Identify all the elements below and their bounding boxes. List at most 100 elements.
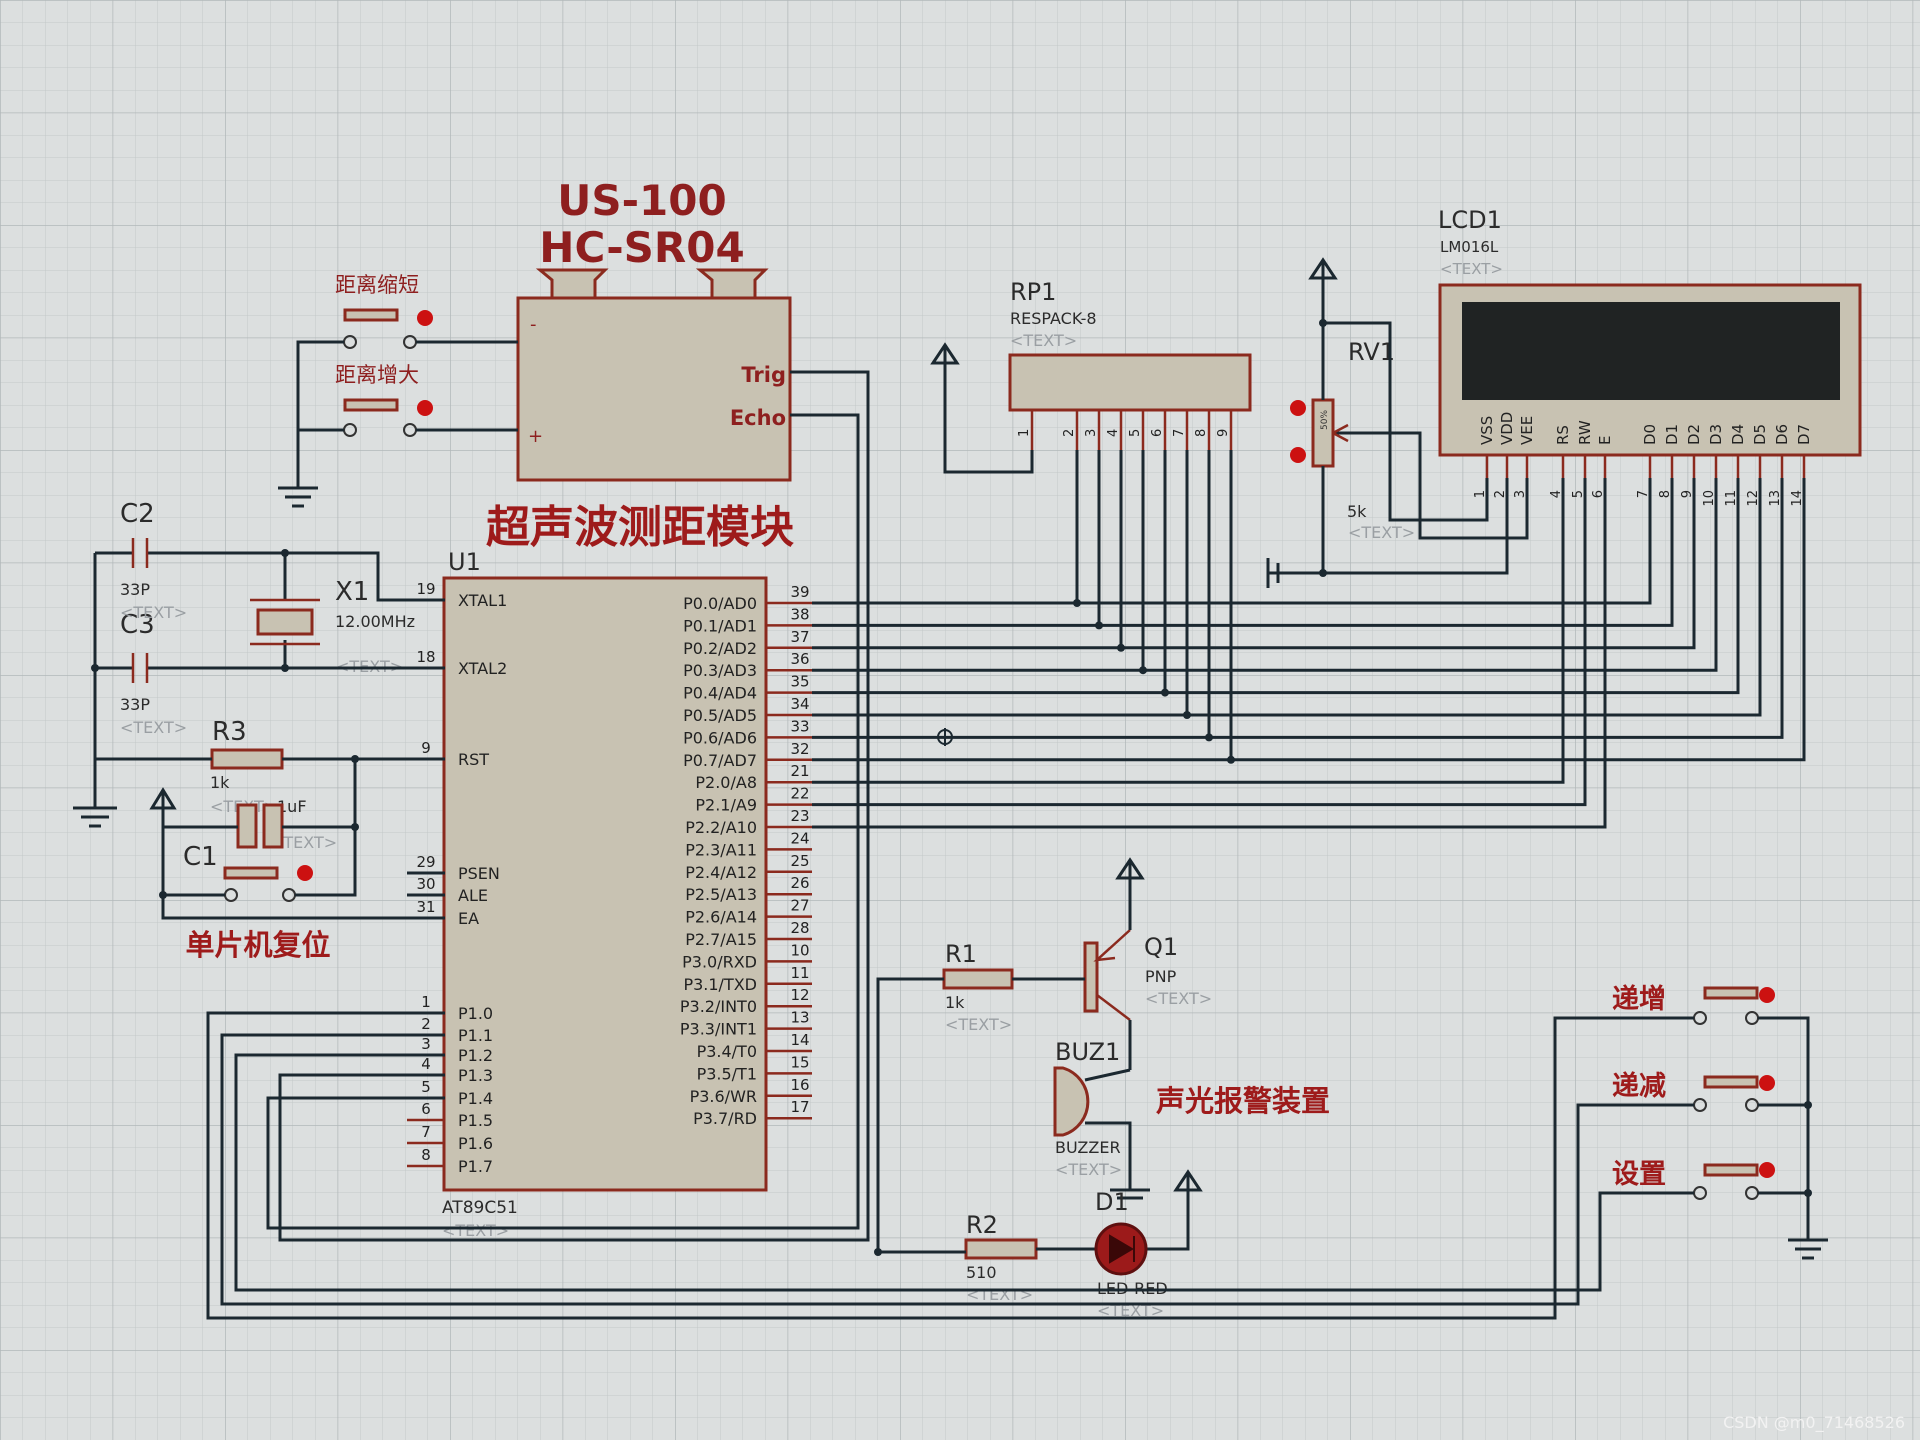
r3-value: 1k [210,773,230,792]
rv1-value: 5k [1347,502,1367,521]
lcd-pin-name: RS [1554,425,1572,445]
rp1-pin-number: 5 [1128,429,1143,437]
sensor-pin-echo: Echo [730,406,786,430]
lcd-pin-name: RW [1576,420,1594,445]
mcu-pin-number: 31 [416,898,435,916]
button-label-dist-short: 距离缩短 [335,273,419,297]
mcu-pin-name: P0.7/AD7 [683,751,757,770]
mcu-pin-name: P3.3/INT1 [680,1020,757,1039]
mcu-pin-number: 19 [416,580,435,598]
button-label-set: 设置 [1612,1159,1666,1190]
mcu-pin-name: P3.7/RD [693,1109,757,1128]
lcd-pin-number: 2 [1493,490,1508,498]
c3-text: <TEXT> [120,718,187,737]
rp1-pin-number: 7 [1172,429,1187,437]
mcu-pin-name: P2.2/A10 [685,818,757,837]
resistor-r3 [210,748,284,770]
sensor-pin-plus: + [528,426,543,447]
mcu-pin-name: P2.4/A12 [685,863,757,882]
lcd-pin-name: D2 [1685,424,1703,445]
mcu-pin-number: 26 [790,874,809,892]
sensor-pin-minus: - [530,314,537,335]
mcu-pin-number: 36 [790,650,809,668]
mcu-pin-number: 8 [421,1146,431,1164]
mcu-pin-number: 23 [790,807,809,825]
crystal-x1 [256,608,314,636]
wire-junction [1227,755,1235,764]
mcu-pin-number: 33 [790,717,809,735]
transistor-q1 [1083,941,1099,1013]
c1-ref: C1 [183,842,218,872]
rp1-text: <TEXT> [1010,331,1077,350]
mcu-pin-name: P0.6/AD6 [683,728,757,747]
q1-ref: Q1 [1144,933,1178,961]
d1-ref: D1 [1095,1188,1129,1216]
mcu-pin-number: 6 [421,1100,431,1118]
mcu-pin-number: 28 [790,919,809,937]
rv1-percent: 50% [1320,410,1330,430]
mcu-pin-number: 22 [790,785,809,803]
lcd-pin-name: D4 [1729,424,1747,445]
rp1-ref: RP1 [1010,278,1056,306]
mcu-pin-number: 21 [790,762,809,780]
button-label-dist-long: 距离增大 [335,363,419,387]
lcd-pin-name: D3 [1707,424,1725,445]
c2-ref: C2 [120,499,155,529]
mcu-pin-number: 9 [421,739,431,757]
mcu-pin-number: 29 [416,853,435,871]
reset-caption: 单片机复位 [185,928,330,962]
mcu-pin-number: 18 [416,648,435,666]
wire-junction [1183,711,1191,719]
x1-value: 12.00MHz [335,612,415,631]
mcu-pin-name: P0.2/AD2 [683,639,757,658]
mcu-pin-number: 11 [790,964,809,982]
mcu-pin-name: RST [458,750,489,769]
mcu-pin-number: 13 [790,1009,809,1027]
rp1-pin-number: 6 [1150,429,1165,437]
resistor-r1 [942,968,1014,990]
lcd-text: <TEXT> [1440,260,1503,278]
mcu-text: <TEXT> [442,1221,509,1240]
mcu-pin-name: P1.4 [458,1089,493,1108]
mcu-pin-number: 1 [421,993,431,1011]
mcu-pin-number: 15 [790,1053,809,1071]
mcu-pin-number: 7 [421,1123,431,1141]
mcu-pin-number: 12 [790,986,809,1004]
mcu-pin-name: P2.1/A9 [695,796,757,815]
r1-value: 1k [945,993,965,1012]
rp1-pin-number: 8 [1194,429,1209,437]
mcu-pin-number: 17 [790,1098,809,1116]
sensor-pin-trig: Trig [741,363,786,387]
mcu-pin-name: P3.4/T0 [697,1042,757,1061]
x1-ref: X1 [335,577,369,607]
sensor-title-us100: US-100 [557,176,726,225]
mcu-ref: U1 [448,548,481,576]
r2-value: 510 [966,1263,997,1282]
lcd-pin-number: 3 [1513,490,1528,498]
wire-junction [1073,599,1081,607]
buzzer-text: <TEXT> [1055,1160,1122,1179]
mcu-pin-name: XTAL1 [458,591,507,610]
mcu-pin-number: 4 [421,1055,431,1073]
mcu-pin-name: P2.5/A13 [685,885,757,904]
rp1-pin-number: 2 [1062,429,1077,437]
lcd-pin-name: D0 [1641,424,1659,445]
watermark: CSDN @m0_71468526 [1723,1413,1905,1433]
lcd-pin-name: D1 [1663,424,1681,445]
mcu-pin-name: P1.7 [458,1157,493,1176]
mcu-pin-number: 35 [790,673,809,691]
mcu-pin-name: P2.7/A15 [685,930,757,949]
lcd-part: LM016L [1440,238,1499,256]
mcu-pin-name: P3.2/INT0 [680,997,757,1016]
mcu-pin-number: 5 [421,1078,431,1096]
capacitor-c1 [236,803,258,849]
mcu-pin-number: 37 [790,628,809,646]
mcu-pin-name: PSEN [458,864,500,883]
mcu-pin-name: P1.3 [458,1066,493,1085]
mcu-pin-name: P1.0 [458,1004,493,1023]
mcu-pin-number: 14 [790,1031,809,1049]
mcu-pin-name: P0.5/AD5 [683,706,757,725]
lcd-screen [1462,302,1840,400]
buzzer-type: BUZZER [1055,1138,1121,1157]
buzzer-ref: BUZ1 [1055,1038,1120,1066]
